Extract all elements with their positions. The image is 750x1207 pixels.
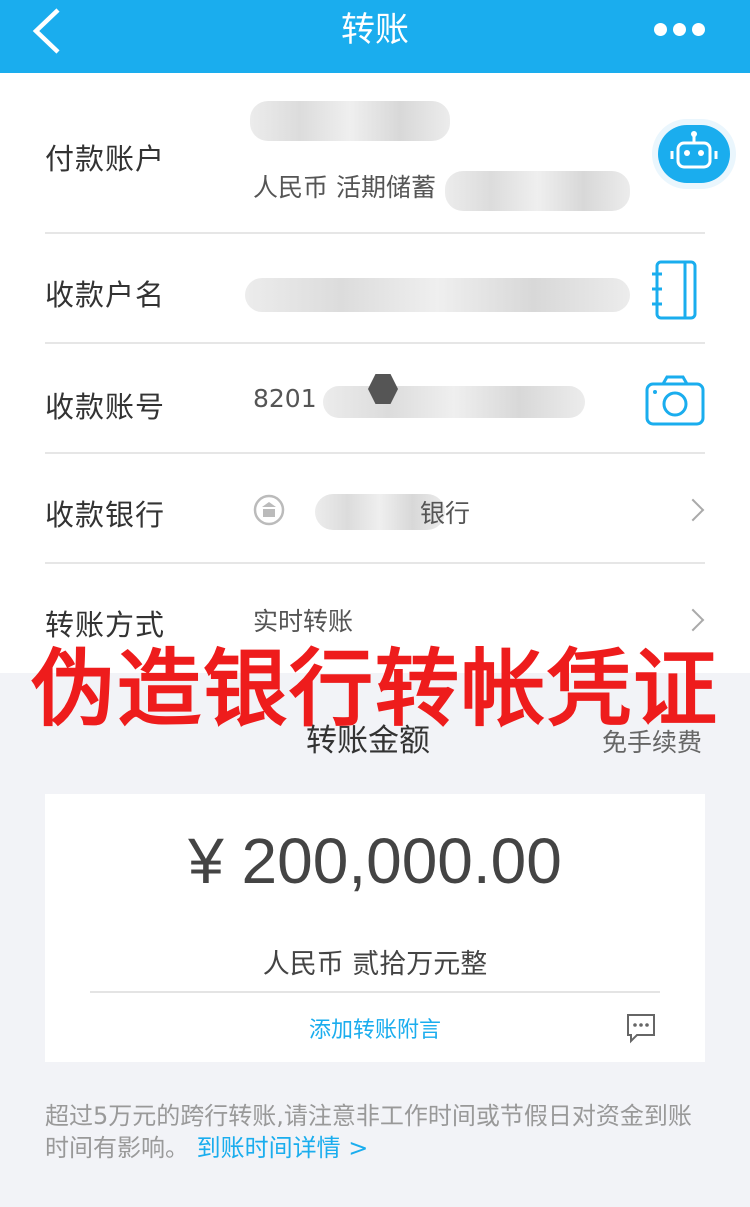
address-book-icon	[652, 260, 697, 320]
camera-scan-button[interactable]	[645, 374, 705, 430]
amount-input[interactable]: ¥ 200,000.00	[45, 824, 705, 898]
payer-account-type: 人民币 活期储蓄	[253, 173, 436, 202]
payee-name-row[interactable]: 收款户名	[45, 234, 705, 342]
address-book-button[interactable]	[650, 259, 700, 325]
message-icon[interactable]	[625, 1012, 657, 1044]
redacted-payee-account	[323, 386, 585, 418]
more-icon	[654, 21, 711, 40]
payee-name-label: 收款户名	[45, 278, 166, 312]
add-memo-link[interactable]: 添加转账附言	[45, 1012, 705, 1044]
notice-text: 超过5万元的跨行转账,请注意非工作时间或节假日对资金到账时间有影响。	[45, 1102, 692, 1162]
divider	[90, 991, 660, 993]
amount-card: ¥ 200,000.00 人民币 贰拾万元整 添加转账附言	[45, 794, 705, 1062]
redacted-payee-name	[245, 278, 630, 312]
camera-icon	[645, 375, 705, 426]
amount-in-words: 人民币 贰拾万元整	[262, 949, 488, 980]
page-title: 转账	[341, 10, 409, 50]
redacted-payer-account	[445, 171, 630, 211]
fee-free-note: 免手续费	[601, 728, 702, 757]
payee-bank-name-suffix: 银行	[420, 499, 471, 528]
assistant-robot-button[interactable]	[658, 125, 730, 183]
transfer-time-notice: 超过5万元的跨行转账,请注意非工作时间或节假日对资金到账时间有影响。 到账时间详…	[45, 1100, 705, 1164]
redacted-payer-name	[250, 101, 450, 141]
payee-account-row[interactable]: 收款账号 8201	[45, 344, 705, 452]
payee-account-prefix: 8201	[253, 384, 317, 413]
payee-account-label: 收款账号	[45, 390, 166, 424]
amount-title: 转账金额	[306, 723, 430, 759]
payer-row[interactable]: 付款账户 人民币 活期储蓄	[45, 73, 705, 233]
payee-bank-label: 收款银行	[45, 498, 166, 532]
arrival-time-details-link[interactable]: 到账时间详情 >	[197, 1134, 369, 1162]
top-bar: 转账	[0, 0, 750, 73]
payee-bank-row[interactable]: 收款银行 银行	[45, 454, 705, 562]
chevron-right-icon	[681, 498, 705, 522]
bank-icon	[253, 494, 285, 526]
more-button[interactable]	[654, 18, 714, 42]
robot-icon	[670, 131, 718, 169]
transfer-form: 付款账户 人民币 活期储蓄 收款户名 收款账号 8201 收款银行 银行 转账方…	[0, 73, 750, 673]
payer-label: 付款账户	[45, 142, 166, 176]
